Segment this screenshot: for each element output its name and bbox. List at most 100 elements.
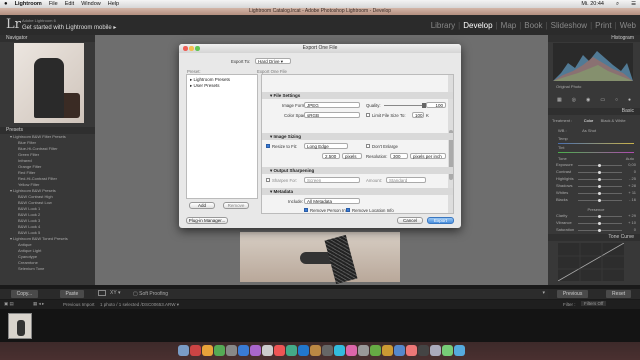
limit-size-input[interactable]: 100	[412, 112, 424, 118]
photo-count[interactable]: 1 photo / 1 selected /DSC00653.ARW ▾	[100, 302, 179, 308]
clock[interactable]: Mi. 20:44	[581, 1, 604, 8]
dock-app-icon[interactable]	[310, 345, 321, 356]
export-button[interactable]: Export	[427, 217, 454, 224]
dock-app-icon[interactable]	[346, 345, 357, 356]
plugin-manager-button[interactable]: Plug-in Manager...	[186, 217, 228, 224]
file-settings-header[interactable]: ▾ File Settings	[262, 92, 453, 99]
dock-app-icon[interactable]	[298, 345, 309, 356]
dock-app-icon[interactable]	[262, 345, 273, 356]
quality-input[interactable]: 100	[426, 102, 446, 108]
filmstrip-thumbnail[interactable]	[8, 313, 32, 339]
navigator-header[interactable]: Navigator	[0, 35, 95, 42]
mobile-link[interactable]: Get started with Lightroom mobile ▸	[22, 24, 116, 31]
dock-app-icon[interactable]	[322, 345, 333, 356]
search-icon[interactable]: ⌕	[616, 1, 619, 8]
menu-app[interactable]: Lightroom	[15, 1, 42, 7]
slider-value[interactable]: + 28	[628, 183, 636, 188]
slider-track[interactable]	[578, 185, 622, 188]
dock-app-icon[interactable]	[202, 345, 213, 356]
slider-track[interactable]	[578, 192, 622, 195]
soft-proofing-checkbox[interactable]: ▢ Soft Proofing	[133, 291, 168, 297]
basic-header[interactable]: Basic	[548, 108, 640, 115]
original-photo-checkbox[interactable]: Original Photo	[556, 84, 581, 90]
slider-thumb[interactable]	[598, 229, 601, 232]
wb-value[interactable]: As Shot	[582, 128, 596, 133]
dock-app-icon[interactable]	[358, 345, 369, 356]
include-select[interactable]: All Metadata	[304, 198, 360, 204]
slider-thumb[interactable]	[598, 164, 601, 167]
tint-row[interactable]: Tint	[558, 145, 634, 153]
slider-value[interactable]: 0	[634, 169, 636, 174]
copy-button[interactable]: Copy...	[10, 290, 39, 298]
image-format-select[interactable]: JPEG	[304, 102, 360, 108]
adjustment-brush-icon[interactable]: ●	[628, 97, 631, 103]
dock-app-icon[interactable]	[442, 345, 453, 356]
module-web[interactable]: Web	[620, 21, 636, 30]
previous-import[interactable]: Previous Import	[63, 302, 95, 307]
metadata-header[interactable]: ▾ Metadata	[262, 188, 453, 195]
slider-row[interactable]: Whites + 11	[556, 190, 636, 197]
slider-row[interactable]: Blacks - 16	[556, 197, 636, 204]
limit-size-checkbox[interactable]	[366, 113, 370, 117]
slider-row[interactable]: Vibrance + 10	[556, 220, 636, 227]
slider-thumb[interactable]	[598, 199, 601, 202]
slider-value[interactable]: + 11	[628, 190, 636, 195]
menu-file[interactable]: File	[49, 1, 58, 7]
slider-row[interactable]: Clarity + 29	[556, 213, 636, 220]
slider-row[interactable]: Shadows + 28	[556, 183, 636, 190]
toolbar-menu-icon[interactable]: ▾	[542, 290, 545, 296]
amount-select[interactable]: Standard	[386, 177, 426, 183]
slider-thumb[interactable]	[598, 185, 601, 188]
slider-row[interactable]: Exposure 0,00	[556, 162, 636, 169]
zoom-icon[interactable]	[195, 46, 200, 51]
radial-filter-icon[interactable]: ○	[615, 97, 618, 103]
previous-button[interactable]: Previous	[556, 290, 589, 298]
dock-app-icon[interactable]	[214, 345, 225, 356]
treatment-bw[interactable]: Black & White	[601, 118, 626, 123]
sharpen-checkbox[interactable]	[266, 178, 270, 182]
size-input[interactable]: 2.500	[322, 153, 340, 159]
slider-track[interactable]	[578, 178, 622, 181]
module-library[interactable]: Library	[431, 21, 455, 30]
resize-checkbox[interactable]	[266, 144, 270, 148]
secondary-display-icon[interactable]: ▣ ▤	[4, 301, 14, 307]
presets-header[interactable]: Presets	[0, 127, 95, 134]
slider-value[interactable]: + 29	[628, 213, 636, 218]
slider-track[interactable]	[578, 222, 622, 225]
slider-thumb[interactable]	[598, 178, 601, 181]
grid-icon[interactable]: ▦ ◂ ▸	[33, 301, 44, 307]
dock-app-icon[interactable]	[430, 345, 441, 356]
dock-app-icon[interactable]	[286, 345, 297, 356]
module-develop[interactable]: Develop	[463, 21, 492, 30]
slider-thumb[interactable]	[598, 215, 601, 218]
graduated-filter-icon[interactable]: ▭	[600, 97, 605, 103]
slider-row[interactable]: Contrast 0	[556, 169, 636, 176]
quality-slider[interactable]	[384, 103, 426, 108]
slider-thumb[interactable]	[598, 192, 601, 195]
slider-row[interactable]: Highlights - 25	[556, 176, 636, 183]
temp-row[interactable]: Temp	[558, 136, 634, 144]
module-map[interactable]: Map	[501, 21, 517, 30]
module-slideshow[interactable]: Slideshow	[551, 21, 587, 30]
dock-app-icon[interactable]	[250, 345, 261, 356]
apple-icon[interactable]: ●	[4, 1, 8, 7]
remove-person-checkbox[interactable]	[304, 208, 308, 212]
resolution-unit-select[interactable]: pixels per inch	[410, 153, 446, 159]
remove-location-checkbox[interactable]	[346, 208, 350, 212]
dock-app-icon[interactable]	[190, 345, 201, 356]
slider-value[interactable]: 0	[634, 227, 636, 232]
slider-track[interactable]	[578, 215, 622, 218]
remove-preset-button[interactable]: Remove	[223, 202, 249, 209]
before-after-icon[interactable]: XY ▾	[110, 290, 120, 296]
preset-item[interactable]: Selenium Tone	[10, 266, 95, 272]
filter-select[interactable]: Filters Off	[581, 301, 607, 306]
auto-button[interactable]: Auto	[626, 156, 634, 161]
dock-app-icon[interactable]	[226, 345, 237, 356]
color-space-select[interactable]: sRGB	[304, 112, 360, 118]
dock-app-icon[interactable]	[418, 345, 429, 356]
dont-enlarge-checkbox[interactable]	[366, 144, 370, 148]
slider-track[interactable]	[578, 171, 622, 174]
dock-app-icon[interactable]	[274, 345, 285, 356]
tone-curve-header[interactable]: Tone Curve	[548, 234, 640, 241]
add-preset-button[interactable]: Add	[189, 202, 215, 209]
